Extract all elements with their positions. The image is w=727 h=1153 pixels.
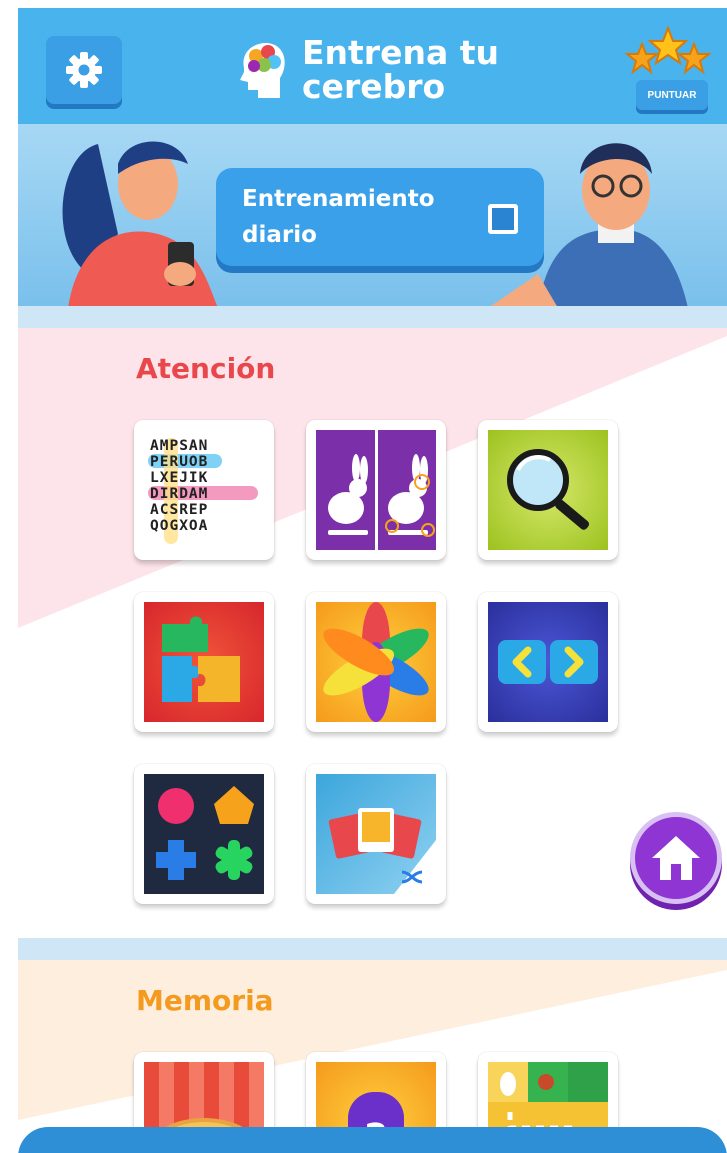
game-find-with-magnifier[interactable] [478, 420, 618, 560]
section-divider [18, 938, 727, 960]
rate-label: PUNTUAR [636, 80, 708, 110]
bottom-bar [18, 1127, 727, 1153]
home-button[interactable] [630, 812, 722, 904]
settings-button[interactable] [46, 36, 122, 104]
game-left-right-arrows[interactable] [478, 592, 618, 732]
attention-section: Atención AMPSAN PERUOB LXEJIK DIRDAM ACS… [18, 328, 727, 940]
section-title-memory: Memoria [136, 984, 274, 1017]
word-search-row: LXEJIK [150, 470, 209, 486]
section-divider [18, 306, 727, 328]
magnifier-icon [507, 449, 590, 530]
app-title: Entrena tu cerebro [234, 36, 499, 104]
shapes-icon [156, 786, 254, 880]
word-search-row: ACSREP [150, 502, 209, 518]
title-line-2: cerebro [302, 67, 446, 106]
app-screen: Entrena tu cerebro PUNTUAR Entrenamiento… [18, 8, 727, 1153]
daily-training-checkbox[interactable] [488, 204, 518, 234]
rabbit-icon [328, 430, 435, 550]
word-search-row: QOGXOA [150, 518, 209, 534]
word-search-row: DIRDAM [150, 486, 209, 502]
daily-training-button[interactable]: Entrenamiento diario [216, 168, 544, 266]
memory-section: Memoria ? [18, 960, 727, 1153]
game-word-search[interactable]: AMPSAN PERUOB LXEJIK DIRDAM ACSREP QOGXO… [134, 420, 274, 560]
game-color-splash[interactable] [306, 592, 446, 732]
game-puzzle[interactable] [134, 592, 274, 732]
color-splash-icon [323, 602, 429, 722]
top-bar: Entrena tu cerebro PUNTUAR [18, 8, 727, 130]
home-icon [652, 836, 700, 880]
section-title-attention: Atención [136, 352, 276, 385]
game-spot-the-difference[interactable] [306, 420, 446, 560]
word-search-row: PERUOB [150, 454, 209, 470]
picture-cards-icon [328, 808, 436, 894]
rate-button[interactable]: PUNTUAR [624, 26, 712, 116]
gear-icon [66, 52, 102, 88]
game-shapes-match[interactable] [134, 764, 274, 904]
game-shuffle-pictures[interactable] [306, 764, 446, 904]
brain-head-icon [240, 43, 285, 98]
daily-training-banner: Entrenamiento diario [18, 124, 727, 308]
puzzle-icon [162, 616, 240, 702]
title-line-1: Entrena tu [302, 33, 499, 72]
word-search-row: AMPSAN [150, 438, 209, 454]
three-stars-icon [624, 26, 712, 75]
daily-training-label: Entrenamiento diario [242, 186, 435, 248]
